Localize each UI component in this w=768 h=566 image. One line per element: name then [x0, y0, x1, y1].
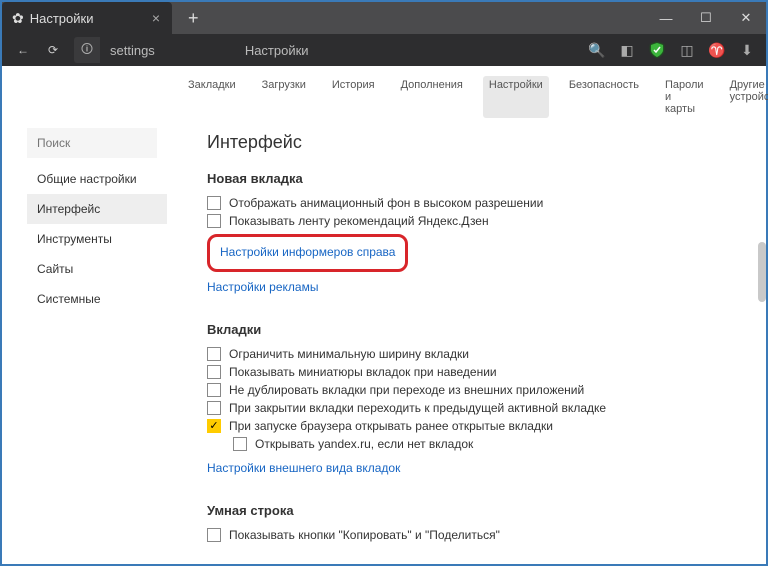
checkbox-tabs-nodup[interactable] [207, 383, 221, 397]
search-input[interactable] [27, 128, 157, 158]
label-newtab-zen: Показывать ленту рекомендаций Яндекс.Дзе… [229, 214, 489, 228]
nav-passwords[interactable]: Пароли и карты [659, 76, 710, 118]
row-tabs-cb5: При запуске браузера открывать ранее отк… [207, 419, 736, 433]
label-newtab-anim: Отображать анимационный фон в высоком ра… [229, 196, 543, 210]
lock-icon: 🛈 [74, 37, 100, 63]
sidebar: Общие настройки Интерфейс Инструменты Са… [27, 128, 167, 564]
link-ads[interactable]: Настройки рекламы [207, 280, 318, 294]
label-tabs-thumbs: Показывать миниатюры вкладок при наведен… [229, 365, 497, 379]
sidebar-item-system[interactable]: Системные [27, 284, 167, 314]
link-tabs-appearance[interactable]: Настройки внешнего вида вкладок [207, 461, 400, 475]
label-tabs-restore: При запуске браузера открывать ранее отк… [229, 419, 553, 433]
close-window-button[interactable]: ✕ [726, 2, 766, 34]
sidebar-item-general[interactable]: Общие настройки [27, 164, 167, 194]
tab-title: Настройки [30, 11, 148, 26]
browser-tab[interactable]: ✿ Настройки × [2, 2, 172, 34]
sidebar-item-interface[interactable]: Интерфейс [27, 194, 167, 224]
row-tabs-cb1: Ограничить минимальную ширину вкладки [207, 347, 736, 361]
page-body: Закладки Загрузки История Дополнения Нас… [2, 66, 766, 564]
nav-devices[interactable]: Другие устройства [724, 76, 768, 118]
checkbox-tabs-thumbs[interactable] [207, 365, 221, 379]
checkbox-smartbar-copy[interactable] [207, 528, 221, 542]
gear-icon: ✿ [12, 10, 24, 27]
feather-icon[interactable]: ♈ [704, 37, 730, 63]
checkbox-tabs-restore[interactable] [207, 419, 221, 433]
highlight-informers: Настройки информеров справа [207, 234, 408, 272]
label-smartbar-copy: Показывать кнопки "Копировать" и "Подели… [229, 528, 500, 542]
nav-downloads[interactable]: Загрузки [256, 76, 312, 118]
window-titlebar: ✿ Настройки × + — ☐ ✕ [2, 2, 766, 34]
main-panel: Интерфейс Новая вкладка Отображать анима… [167, 128, 756, 564]
toolbar-right: 🔍 ◧ ◫ ♈ ⬇ [584, 37, 760, 63]
nav-security[interactable]: Безопасность [563, 76, 645, 118]
shield-icon[interactable] [644, 37, 670, 63]
back-button[interactable]: ← [8, 35, 38, 65]
section-tabs-title: Вкладки [207, 322, 736, 337]
checkbox-tabs-prevactive[interactable] [207, 401, 221, 415]
sidebar-item-sites[interactable]: Сайты [27, 254, 167, 284]
address-bar: ← ⟳ 🛈 settings Настройки 🔍 ◧ ◫ ♈ ⬇ [2, 34, 766, 66]
scrollbar-thumb[interactable] [758, 242, 766, 302]
url-text: settings [100, 43, 165, 58]
label-tabs-minwidth: Ограничить минимальную ширину вкладки [229, 347, 469, 361]
nav-history[interactable]: История [326, 76, 381, 118]
download-icon[interactable]: ⬇ [734, 37, 760, 63]
new-tab-button[interactable]: + [172, 8, 215, 29]
content-area: Общие настройки Интерфейс Инструменты Са… [2, 128, 766, 564]
nav-addons[interactable]: Дополнения [395, 76, 469, 118]
row-tabs-cb4: При закрытии вкладки переходить к предыд… [207, 401, 736, 415]
search-icon[interactable]: 🔍 [584, 37, 610, 63]
row-newtab-cb1: Отображать анимационный фон в высоком ра… [207, 196, 736, 210]
row-newtab-cb2: Показывать ленту рекомендаций Яндекс.Дзе… [207, 214, 736, 228]
checkbox-newtab-anim[interactable] [207, 196, 221, 210]
url-box[interactable]: 🛈 settings Настройки [74, 37, 578, 63]
window-controls: — ☐ ✕ [646, 2, 766, 34]
row-tabs-cb3: Не дублировать вкладки при переходе из в… [207, 383, 736, 397]
label-tabs-openyandex: Открывать yandex.ru, если нет вкладок [255, 437, 473, 451]
minimize-button[interactable]: — [646, 2, 686, 34]
section-newtab-title: Новая вкладка [207, 171, 736, 186]
page-title-inline: Настройки [245, 43, 309, 58]
section-smartbar-title: Умная строка [207, 503, 736, 518]
row-smartbar-cb1: Показывать кнопки "Копировать" и "Подели… [207, 528, 736, 542]
sidebar-item-tools[interactable]: Инструменты [27, 224, 167, 254]
link-informers[interactable]: Настройки информеров справа [220, 245, 395, 259]
label-tabs-prevactive: При закрытии вкладки переходить к предыд… [229, 401, 606, 415]
checkbox-tabs-minwidth[interactable] [207, 347, 221, 361]
checkbox-tabs-openyandex[interactable] [233, 437, 247, 451]
tab-close-icon[interactable]: × [148, 8, 164, 28]
label-tabs-nodup: Не дублировать вкладки при переходе из в… [229, 383, 584, 397]
row-tabs-cb2: Показывать миниатюры вкладок при наведен… [207, 365, 736, 379]
row-tabs-cb5a: Открывать yandex.ru, если нет вкладок [233, 437, 736, 451]
nav-bookmarks[interactable]: Закладки [182, 76, 242, 118]
main-heading: Интерфейс [207, 132, 736, 153]
bookmark-icon[interactable]: ◧ [614, 37, 640, 63]
profile-icon[interactable]: ◫ [674, 37, 700, 63]
maximize-button[interactable]: ☐ [686, 2, 726, 34]
reload-button[interactable]: ⟳ [38, 35, 68, 65]
nav-settings[interactable]: Настройки [483, 76, 549, 118]
checkbox-newtab-zen[interactable] [207, 214, 221, 228]
top-nav: Закладки Загрузки История Дополнения Нас… [2, 66, 766, 128]
